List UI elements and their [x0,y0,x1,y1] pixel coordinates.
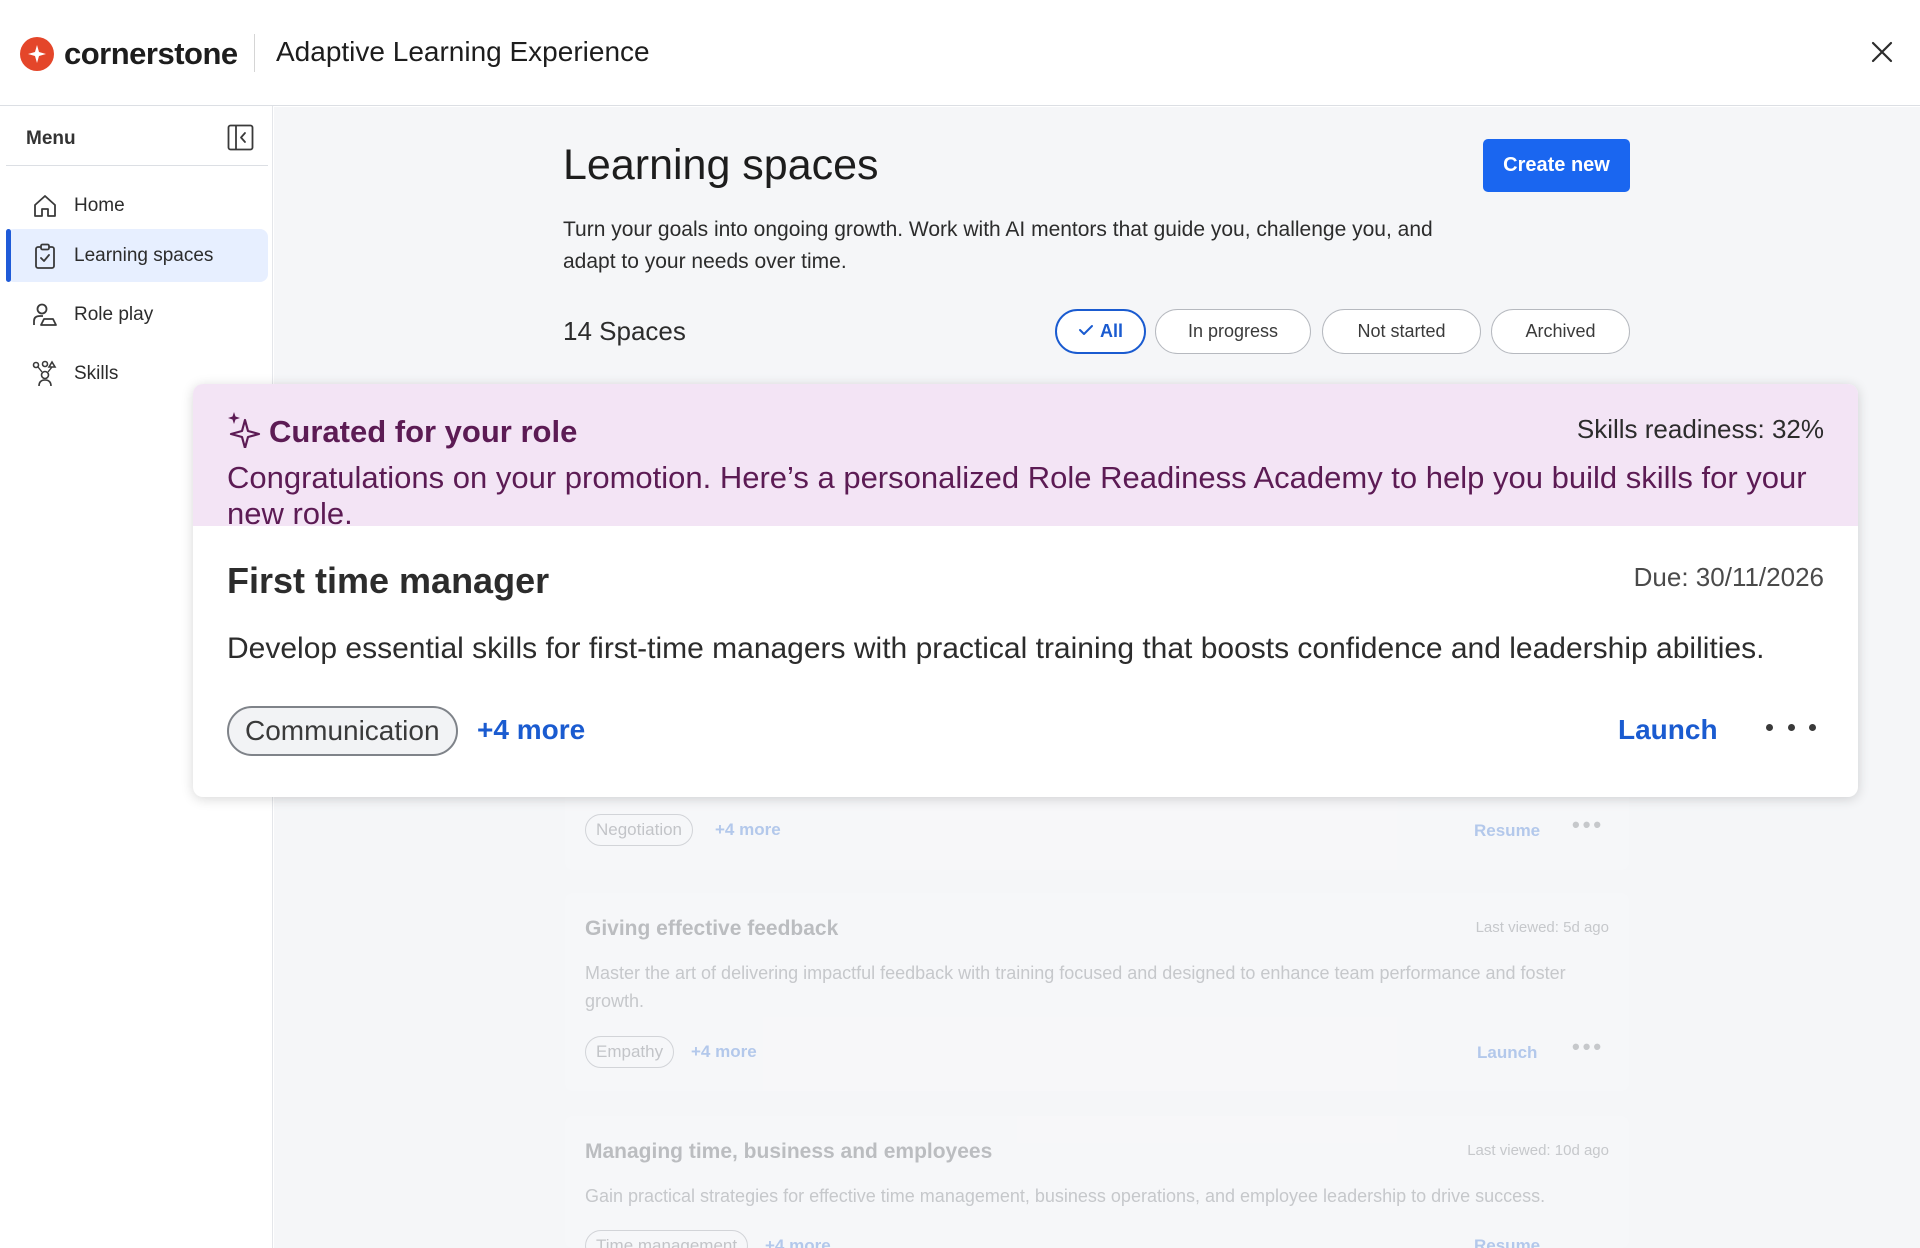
curated-label: Curated for your role [269,413,578,449]
person-laptop-icon [30,300,60,330]
curated-banner: Curated for your role Skills readiness: … [193,384,1858,531]
close-icon[interactable] [1868,38,1896,66]
promotion-message: Congratulations on your promotion. Here’… [227,460,1807,531]
home-icon [30,191,60,221]
sidebar-item-role-play[interactable]: Role play [6,288,268,341]
cornerstone-logo-icon [20,37,54,71]
filter-archived[interactable]: Archived [1491,309,1630,354]
filter-label: Archived [1525,321,1596,341]
cornerstone-logo[interactable]: cornerstone [20,36,238,72]
card-title: Giving effective feedback [585,917,839,940]
filter-not-started[interactable]: Not started [1322,309,1481,354]
sidebar-item-label: Home [74,194,125,216]
top-bar: cornerstone Adaptive Learning Experience [0,0,1920,106]
resume-link[interactable]: Resume [1474,1236,1540,1248]
sidebar-item-home[interactable]: Home [6,179,268,232]
filter-all[interactable]: All [1055,309,1146,354]
check-icon [1078,321,1094,342]
sidebar-item-label: Skills [74,362,119,384]
learning-space-card[interactable]: Giving effective feedback Last viewed: 5… [565,893,1629,1091]
menu-label: Menu [26,128,76,149]
page-description: Turn your goals into ongoing growth. Wor… [563,218,1433,273]
learning-space-card[interactable]: Managing time, business and employees La… [565,1116,1629,1248]
due-date: Due: 30/11/2026 [1633,562,1824,592]
sidebar-item-label: Learning spaces [74,244,214,266]
more-options-icon[interactable]: ••• [1572,812,1604,838]
skill-tag: Time management [585,1230,749,1248]
launch-link[interactable]: Launch [1477,1043,1537,1063]
page-title: Learning spaces [563,141,879,189]
card-description: Master the art of delivering impactful f… [585,963,1566,1011]
more-skills-link[interactable]: +4 more [691,1042,757,1062]
filter-label: All [1099,321,1123,341]
app-title: Adaptive Learning Experience [276,36,650,67]
filter-in-progress[interactable]: In progress [1155,309,1311,354]
create-new-button[interactable]: Create new [1483,139,1630,192]
skills-network-icon [30,359,60,389]
clipboard-check-icon [30,241,60,271]
skill-tag: Empathy [585,1036,675,1068]
launch-button[interactable]: Launch [1618,714,1718,746]
skills-readiness: Skills readiness: 32% [1576,414,1824,444]
last-viewed: Last viewed: 10d ago [1467,1142,1609,1159]
spaces-count: 14 Spaces [563,316,686,346]
sparkle-icon [227,410,261,453]
more-skills-link[interactable]: +4 more [715,820,781,840]
card-title: Managing time, business and employees [585,1140,993,1163]
curated-heading: Curated for your role [227,410,577,453]
collapse-sidebar-icon[interactable] [227,124,254,151]
menu-header: Menu [6,106,268,166]
card-description: Develop essential skills for first-time … [227,632,1765,665]
more-options-icon[interactable]: ••• [1572,1034,1604,1060]
skill-tag: Communication [227,706,458,756]
filter-label: Not started [1357,321,1446,341]
filter-label: In progress [1187,321,1279,341]
card-title: First time manager [227,560,550,601]
more-skills-link[interactable]: +4 more [477,714,585,746]
sidebar-item-learning-spaces[interactable]: Learning spaces [6,229,268,282]
header-divider [254,34,255,72]
skill-tag: Negotiation [585,814,694,846]
card-description: Gain practical strategies for effective … [585,1186,1546,1206]
more-options-icon[interactable] [1766,710,1816,744]
brand-name: cornerstone [64,36,238,71]
featured-learning-space-card[interactable]: Curated for your role Skills readiness: … [193,384,1858,797]
resume-link[interactable]: Resume [1474,821,1540,841]
sidebar-item-label: Role play [74,303,154,325]
more-skills-link[interactable]: +4 more [765,1236,831,1248]
last-viewed: Last viewed: 5d ago [1475,919,1609,936]
